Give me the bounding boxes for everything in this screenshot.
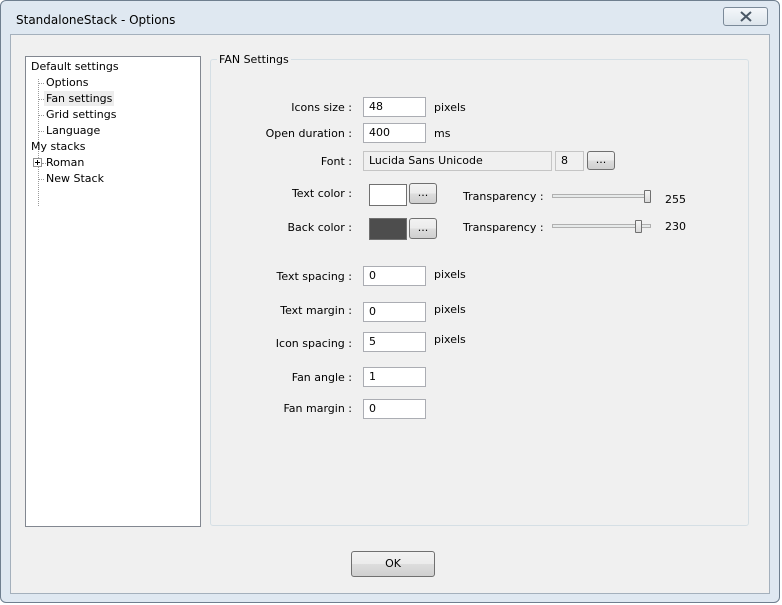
text-transparency-slider[interactable]: [552, 194, 651, 198]
close-button[interactable]: [723, 7, 768, 26]
window-title: StandaloneStack - Options: [16, 13, 176, 27]
icons-size-unit: pixels: [434, 101, 466, 114]
back-transparency-slider-thumb[interactable]: [635, 220, 642, 233]
tree-item-new-stack[interactable]: New Stack: [46, 171, 104, 186]
icon-spacing-unit: pixels: [434, 333, 466, 346]
fan-angle-label: Fan angle :: [291, 371, 352, 384]
text-margin-input[interactable]: 0: [363, 302, 426, 322]
open-duration-label: Open duration :: [265, 127, 352, 140]
tree-line: [38, 179, 44, 180]
tree-line: [38, 83, 44, 84]
fan-angle-input[interactable]: 1: [363, 367, 426, 387]
font-label: Font :: [320, 155, 352, 168]
tree-item-my-stacks[interactable]: My stacks: [31, 139, 85, 154]
back-color-label: Back color :: [287, 221, 353, 234]
fan-margin-label: Fan margin :: [283, 402, 352, 415]
font-name-field: Lucida Sans Unicode: [363, 151, 552, 171]
fan-settings-group-title: FAN Settings: [217, 53, 291, 66]
text-transparency-slider-thumb[interactable]: [644, 190, 651, 203]
text-color-swatch[interactable]: [369, 184, 407, 206]
font-browse-button[interactable]: ...: [587, 151, 615, 170]
expand-roman-icon[interactable]: [33, 158, 42, 167]
text-margin-label: Text margin :: [280, 304, 352, 317]
text-color-label: Text color :: [291, 187, 352, 200]
tree-item-default-settings[interactable]: Default settings: [31, 59, 119, 74]
icons-size-input[interactable]: 48: [363, 97, 426, 117]
close-icon: [740, 11, 752, 22]
back-transparency-label: Transparency :: [463, 221, 544, 234]
icon-spacing-input[interactable]: 5: [363, 332, 426, 352]
tree-item-fan-settings[interactable]: Fan settings: [44, 91, 115, 106]
tree-item-language[interactable]: Language: [46, 123, 100, 138]
text-transparency-label: Transparency :: [463, 190, 544, 203]
font-size-field: 8: [555, 151, 584, 171]
title-bar[interactable]: StandaloneStack - Options: [1, 1, 779, 35]
text-color-button[interactable]: ...: [409, 183, 437, 204]
icon-spacing-label: Icon spacing :: [275, 337, 352, 350]
client-area: Default settings Options Fan settings Gr…: [10, 34, 770, 594]
back-color-button[interactable]: ...: [409, 218, 437, 239]
settings-tree[interactable]: Default settings Options Fan settings Gr…: [25, 56, 201, 527]
text-margin-unit: pixels: [434, 303, 466, 316]
icons-size-label: Icons size :: [291, 101, 352, 114]
text-spacing-unit: pixels: [434, 268, 466, 281]
fan-margin-input[interactable]: 0: [363, 399, 426, 419]
tree-line: [38, 131, 44, 132]
tree-line: [38, 115, 44, 116]
tree-item-options[interactable]: Options: [46, 75, 88, 90]
text-transparency-value: 255: [665, 193, 686, 206]
options-window: StandaloneStack - Options Default settin…: [0, 0, 780, 603]
ok-button[interactable]: OK: [351, 551, 435, 577]
text-spacing-label: Text spacing :: [276, 270, 352, 283]
tree-item-grid-settings[interactable]: Grid settings: [46, 107, 116, 122]
tree-item-roman[interactable]: Roman: [46, 155, 84, 170]
open-duration-unit: ms: [434, 127, 451, 140]
back-color-swatch[interactable]: [369, 218, 407, 240]
text-spacing-input[interactable]: 0: [363, 266, 426, 286]
open-duration-input[interactable]: 400: [363, 123, 426, 143]
back-transparency-value: 230: [665, 220, 686, 233]
